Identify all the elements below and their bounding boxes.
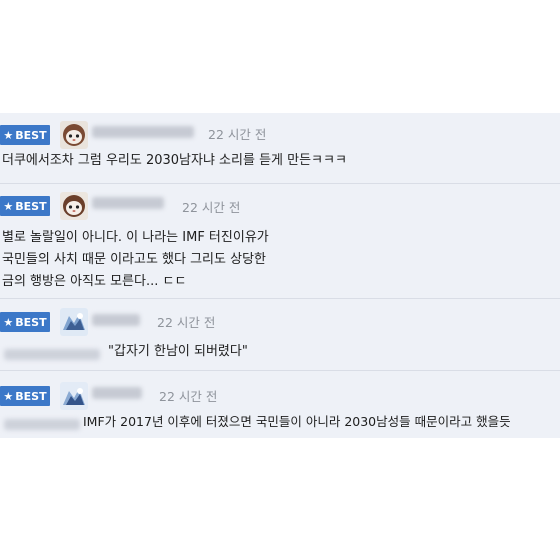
avatar-icon bbox=[60, 121, 88, 149]
comment-item: ★ BEST 22 시간 전 IMF가 2017년 이후에 터졌으면 국민들이 … bbox=[0, 371, 560, 438]
best-badge: ★ BEST bbox=[0, 196, 50, 216]
avatar-icon bbox=[60, 308, 88, 336]
comment-item: ★ BEST 22 시간 전 더쿠에서조차 그럼 우리도 2030남자냐 소리를… bbox=[0, 113, 560, 184]
star-icon: ★ bbox=[3, 389, 14, 403]
comment-time: 22 시간 전 bbox=[157, 315, 216, 330]
star-icon: ★ bbox=[3, 315, 14, 329]
best-badge: ★ BEST bbox=[0, 312, 50, 332]
avatar[interactable] bbox=[60, 121, 88, 149]
comment-line: 별로 놀랄일이 아니다. 이 나라는 IMF 터진이유가 bbox=[2, 230, 269, 245]
avatar[interactable] bbox=[60, 192, 88, 220]
comment-text: "갑자기 한남이 되버렸다" bbox=[108, 341, 248, 363]
best-badge-label: BEST bbox=[15, 389, 47, 403]
star-icon: ★ bbox=[3, 128, 14, 142]
nickname-redacted bbox=[92, 314, 140, 326]
comment-line: IMF가 2017년 이후에 터졌으면 국민들이 아니라 2030남성들 때문이… bbox=[83, 414, 511, 429]
comment-text: 별로 놀랄일이 아니다. 이 나라는 IMF 터진이유가 국민들의 사치 때문 … bbox=[2, 227, 269, 293]
best-badge-label: BEST bbox=[15, 315, 47, 329]
comment-item: ★ BEST 22 시간 전 "갑자기 한남이 되버렸다" bbox=[0, 299, 560, 371]
nickname-redacted bbox=[92, 126, 194, 138]
comment-text-redacted bbox=[4, 349, 100, 360]
comment-item: ★ BEST 22 시간 전 별로 놀랄일이 아니다. 이 나라는 IMF 터진… bbox=[0, 184, 560, 299]
comment-line: "갑자기 한남이 되버렸다" bbox=[108, 344, 248, 359]
comment-time: 22 시간 전 bbox=[208, 127, 267, 142]
comment-time: 22 시간 전 bbox=[182, 200, 241, 215]
comment-text: IMF가 2017년 이후에 터졌으면 국민들이 아니라 2030남성들 때문이… bbox=[83, 411, 511, 433]
avatar[interactable] bbox=[60, 382, 88, 410]
avatar-icon bbox=[60, 192, 88, 220]
avatar[interactable] bbox=[60, 308, 88, 336]
best-badge: ★ BEST bbox=[0, 386, 50, 406]
nickname-redacted bbox=[92, 197, 164, 209]
comment-text-redacted bbox=[4, 419, 80, 430]
comment-line: 금의 행방은 아직도 모른다... ㄷㄷ bbox=[2, 274, 187, 289]
best-badge-label: BEST bbox=[15, 199, 47, 213]
nickname-redacted bbox=[92, 387, 142, 399]
best-badge: ★ BEST bbox=[0, 125, 50, 145]
best-badge-label: BEST bbox=[15, 128, 47, 142]
comment-list: ★ BEST 22 시간 전 더쿠에서조차 그럼 우리도 2030남자냐 소리를… bbox=[0, 113, 560, 438]
star-icon: ★ bbox=[3, 199, 14, 213]
comment-text: 더쿠에서조차 그럼 우리도 2030남자냐 소리를 듣게 만든ㅋㅋㅋ bbox=[2, 150, 347, 172]
comment-line: 더쿠에서조차 그럼 우리도 2030남자냐 소리를 듣게 만든ㅋㅋㅋ bbox=[2, 153, 347, 168]
avatar-icon bbox=[60, 382, 88, 410]
comment-time: 22 시간 전 bbox=[159, 389, 218, 404]
comment-line: 국민들의 사치 때문 이라고도 했다 그리도 상당한 bbox=[2, 252, 266, 267]
